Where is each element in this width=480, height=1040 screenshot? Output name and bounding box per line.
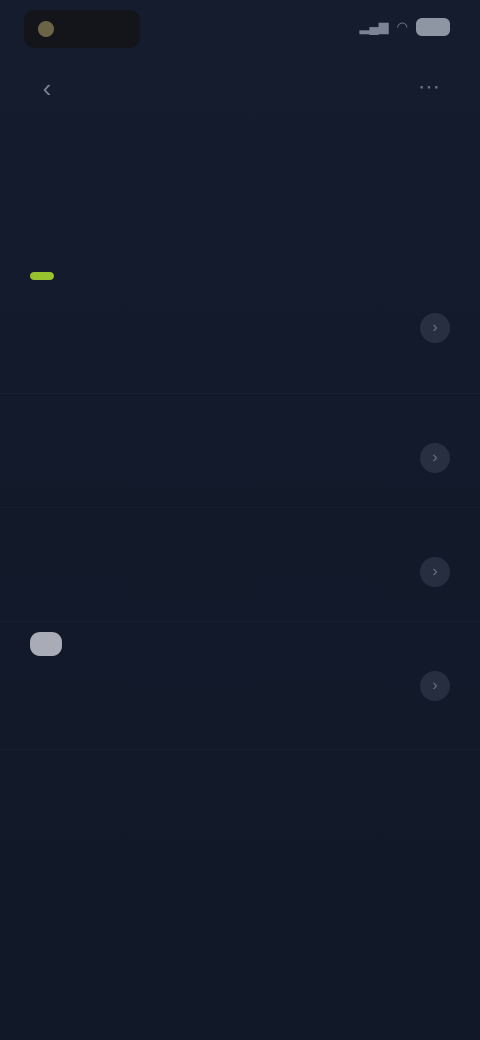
status-badge <box>30 632 62 656</box>
screen: ▂▄▆ ◠ ‹ ⋯ › › › › <box>0 0 480 1040</box>
list-item[interactable]: › <box>0 408 480 508</box>
battery-icon <box>416 18 450 36</box>
status-icons: ▂▄▆ ◠ <box>359 18 450 36</box>
chevron-right-icon: › <box>420 312 450 343</box>
status-badge <box>30 272 54 280</box>
chevron-right-icon: › <box>420 670 450 701</box>
list-item[interactable]: › <box>0 262 480 394</box>
header: ‹ ⋯ <box>0 62 480 112</box>
signal-icon: ▂▄▆ <box>359 19 389 34</box>
chevron-right-icon: › <box>420 556 450 587</box>
status-time-pill <box>24 10 140 48</box>
intro-section <box>26 142 440 160</box>
list-item[interactable]: › <box>0 622 480 750</box>
list-item[interactable]: › <box>0 522 480 622</box>
chevron-right-icon: › <box>420 442 450 473</box>
status-dot-icon <box>38 21 54 37</box>
more-icon[interactable]: ⋯ <box>412 70 446 104</box>
wifi-icon: ◠ <box>396 19 408 34</box>
back-arrow-icon[interactable]: ‹ <box>30 70 64 104</box>
options-list: › › › › <box>0 262 480 750</box>
status-bar: ▂▄▆ ◠ <box>0 0 480 60</box>
